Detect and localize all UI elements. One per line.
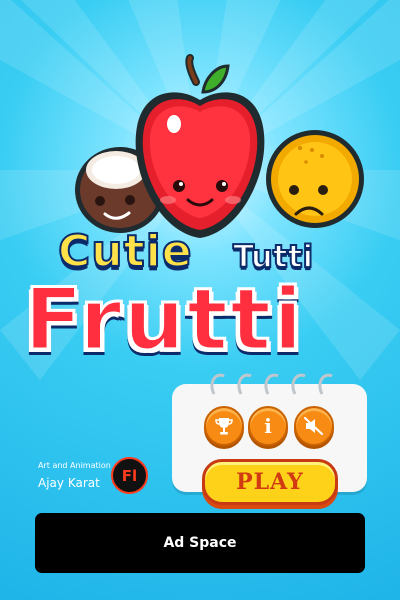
info-button[interactable]: i	[248, 406, 288, 446]
credit-name: Ajay Karat	[38, 476, 100, 490]
play-button[interactable]: PLAY	[202, 459, 338, 505]
sound-toggle-button[interactable]	[294, 406, 334, 446]
play-button-label: PLAY	[236, 469, 304, 495]
orange-character	[266, 130, 364, 228]
notepad-rings	[210, 373, 333, 395]
leaderboard-button[interactable]	[204, 406, 244, 446]
flash-logo-icon: Fl	[111, 457, 148, 494]
title-frutti: Frutti	[23, 269, 305, 372]
ad-banner-label: Ad Space	[163, 535, 237, 551]
fruit-mascots	[75, 54, 364, 238]
ad-banner[interactable]: Ad Space	[35, 513, 365, 573]
credit-role: Art and Animation	[38, 461, 111, 470]
trophy-icon	[215, 418, 233, 435]
flash-logo-label: Fl	[121, 466, 138, 485]
title-screen: Cutie Tutti Frutti i PLAY Art and Animat…	[0, 0, 400, 600]
sound-muted-icon	[303, 416, 324, 436]
info-icon: i	[264, 414, 272, 438]
